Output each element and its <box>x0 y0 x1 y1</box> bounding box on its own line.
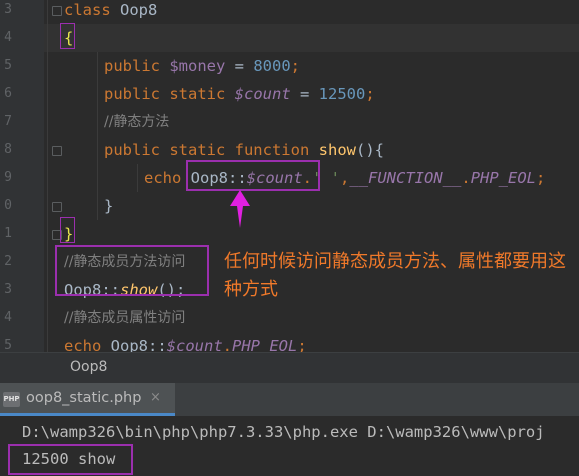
code-line: } <box>104 197 114 215</box>
brace-match-box <box>60 23 75 49</box>
indent-guide <box>97 52 98 220</box>
fold-marker-icon[interactable] <box>52 146 62 156</box>
current-line-highlight <box>44 24 579 52</box>
run-tool-window-tabs: PHP oop8_static.php × <box>0 383 579 417</box>
run-tab[interactable]: PHP oop8_static.php × <box>0 383 175 416</box>
line-number: 6 <box>4 86 12 101</box>
line-number: 9 <box>4 170 12 185</box>
close-icon[interactable]: × <box>150 390 161 405</box>
run-console[interactable]: D:\wamp326\bin\php\php7.3.33\php.exe D:\… <box>0 417 579 476</box>
arrow-up-icon <box>230 190 250 228</box>
code-line: echo Oop8::$count.PHP_EOL; <box>64 337 307 352</box>
highlight-box <box>55 245 209 296</box>
highlight-box <box>186 160 320 191</box>
indent-guide <box>137 164 138 192</box>
indent-guide <box>47 0 48 352</box>
line-number: 4 <box>4 310 12 325</box>
php-file-icon: PHP <box>3 392 20 407</box>
line-number: 3 <box>4 282 12 297</box>
code-line: public $money = 8000; <box>104 57 301 75</box>
breadcrumb-item[interactable]: Oop8 <box>70 359 107 375</box>
line-number: 8 <box>4 142 12 157</box>
line-number: 4 <box>4 30 12 45</box>
code-line: class Oop8 <box>64 1 158 19</box>
code-comment: //静态方法 <box>104 114 170 130</box>
fold-marker-icon[interactable] <box>52 6 62 16</box>
fold-marker-icon[interactable] <box>52 202 62 212</box>
code-comment: //静态成员属性访问 <box>64 310 186 326</box>
line-number: 2 <box>4 254 12 269</box>
highlight-box <box>8 444 133 475</box>
breadcrumb[interactable]: Oop8 <box>0 352 579 383</box>
line-number: 5 <box>4 338 12 352</box>
console-command: D:\wamp326\bin\php\php7.3.33\php.exe D:\… <box>22 423 545 441</box>
line-number: 7 <box>4 114 12 129</box>
run-tab-title: oop8_static.php <box>26 390 142 406</box>
line-number-gutter: 3 4 5 6 7 8 9 0 1 2 3 4 5 <box>0 0 44 352</box>
line-number: 5 <box>4 58 12 73</box>
line-number: 0 <box>4 198 12 213</box>
code-line: public static $count = 12500; <box>104 85 375 103</box>
annotation-note: 任何时候访问静态成员方法、属性都要用这种方式 <box>224 251 566 300</box>
code-editor[interactable]: 3 4 5 6 7 8 9 0 1 2 3 4 5 class Oop8 { p… <box>0 0 579 352</box>
line-number: 3 <box>4 2 12 17</box>
brace-match-box <box>60 217 75 243</box>
line-number: 1 <box>4 226 12 241</box>
